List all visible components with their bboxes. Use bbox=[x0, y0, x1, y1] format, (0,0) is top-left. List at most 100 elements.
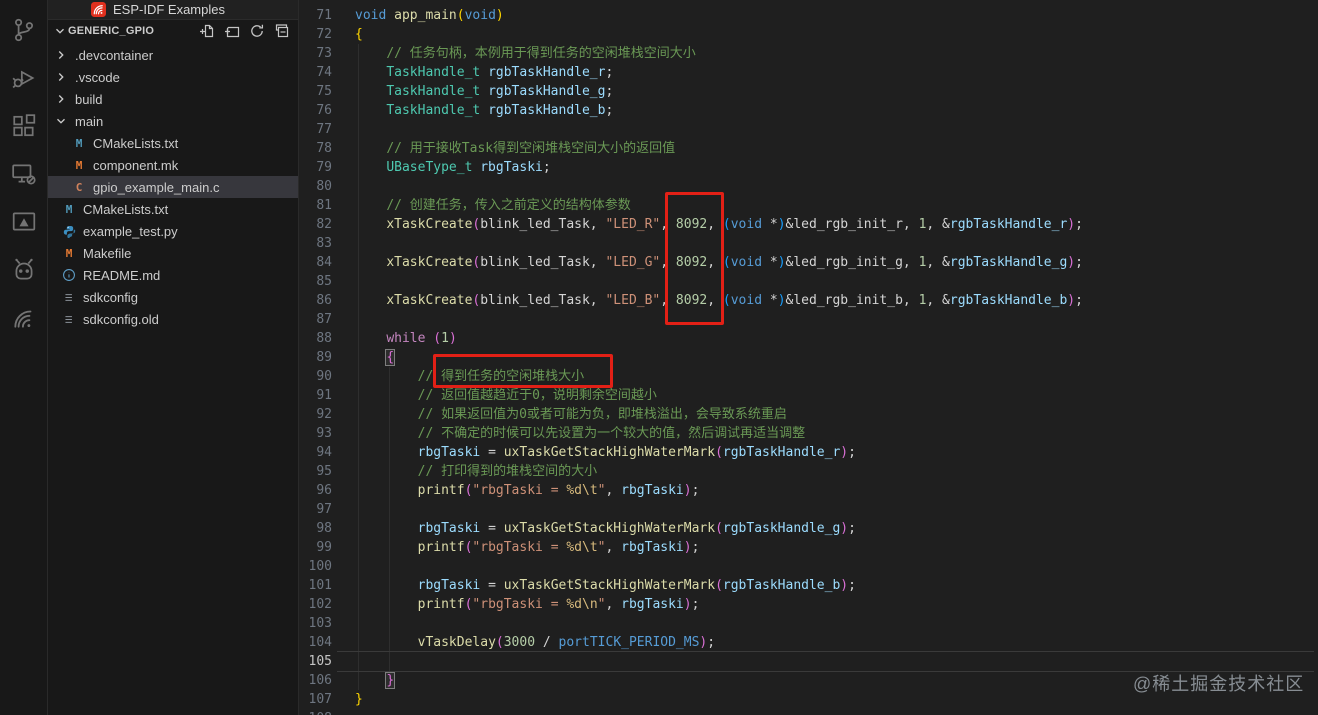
line-number[interactable]: 100 bbox=[299, 557, 332, 576]
tree-item-.devcontainer[interactable]: .devcontainer bbox=[48, 44, 298, 66]
line-number[interactable]: 84 bbox=[299, 253, 332, 272]
code-line[interactable]: rbgTaski = uxTaskGetStackHighWaterMark(r… bbox=[355, 576, 1083, 595]
line-number[interactable]: 79 bbox=[299, 158, 332, 177]
collapse-all-button[interactable] bbox=[274, 23, 290, 39]
line-number[interactable]: 82 bbox=[299, 215, 332, 234]
line-number[interactable]: 108 bbox=[299, 709, 332, 715]
line-number[interactable]: 74 bbox=[299, 63, 332, 82]
line-number[interactable]: 89 bbox=[299, 348, 332, 367]
code-line[interactable]: // 不确定的时候可以先设置为一个较大的值，然后调试再适当调整 bbox=[355, 424, 1083, 443]
code-line[interactable] bbox=[355, 120, 1083, 139]
line-number[interactable]: 107 bbox=[299, 690, 332, 709]
line-number[interactable]: 92 bbox=[299, 405, 332, 424]
code-line[interactable]: xTaskCreate(blink_led_Task, "LED_R", 809… bbox=[355, 215, 1083, 234]
line-number[interactable]: 91 bbox=[299, 386, 332, 405]
code-line[interactable]: printf("rbgTaski = %d\t", rbgTaski); bbox=[355, 481, 1083, 500]
line-number[interactable]: 77 bbox=[299, 120, 332, 139]
tree-item-gpio_example_main.c[interactable]: Cgpio_example_main.c bbox=[48, 176, 298, 198]
code-line[interactable] bbox=[355, 272, 1083, 291]
line-number[interactable]: 83 bbox=[299, 234, 332, 253]
code-line[interactable]: UBaseType_t rbgTaski; bbox=[355, 158, 1083, 177]
code-line[interactable]: { bbox=[355, 348, 1083, 367]
code-line[interactable]: // 创建任务，传入之前定义的结构体参数 bbox=[355, 196, 1083, 215]
code-line[interactable]: printf("rbgTaski = %d\n", rbgTaski); bbox=[355, 595, 1083, 614]
tree-item-.vscode[interactable]: .vscode bbox=[48, 66, 298, 88]
code-line[interactable]: // 得到任务的空闲堆栈大小 bbox=[355, 367, 1083, 386]
code-line[interactable] bbox=[355, 177, 1083, 196]
tree-item-sdkconfig[interactable]: sdkconfig bbox=[48, 286, 298, 308]
line-number[interactable]: 86 bbox=[299, 291, 332, 310]
espressif-icon[interactable] bbox=[10, 304, 38, 332]
line-number[interactable]: 87 bbox=[299, 310, 332, 329]
tree-item-sdkconfig.old[interactable]: sdkconfig.old bbox=[48, 308, 298, 330]
section-header-generic-gpio[interactable]: GENERIC_GPIO bbox=[48, 20, 298, 41]
code-line[interactable] bbox=[355, 614, 1083, 633]
code-line[interactable] bbox=[355, 234, 1083, 253]
code-line[interactable]: TaskHandle_t rgbTaskHandle_g; bbox=[355, 82, 1083, 101]
code-line[interactable]: { bbox=[355, 25, 1083, 44]
code-line[interactable]: rbgTaski = uxTaskGetStackHighWaterMark(r… bbox=[355, 443, 1083, 462]
line-number[interactable]: 93 bbox=[299, 424, 332, 443]
line-number[interactable]: 97 bbox=[299, 500, 332, 519]
line-number[interactable]: 94 bbox=[299, 443, 332, 462]
tree-item-CMakeLists.txt[interactable]: M CMakeLists.txt bbox=[48, 132, 298, 154]
tree-item-main[interactable]: main bbox=[48, 110, 298, 132]
code-line[interactable]: void app_main(void) bbox=[355, 6, 1083, 25]
tree-item-build[interactable]: build bbox=[48, 88, 298, 110]
code-line[interactable]: printf("rbgTaski = %d\t", rbgTaski); bbox=[355, 538, 1083, 557]
line-number[interactable]: 101 bbox=[299, 576, 332, 595]
line-number[interactable]: 99 bbox=[299, 538, 332, 557]
new-file-button[interactable] bbox=[199, 23, 215, 39]
robot-icon[interactable] bbox=[10, 256, 38, 284]
line-number[interactable]: 106 bbox=[299, 671, 332, 690]
refresh-button[interactable] bbox=[249, 23, 265, 39]
new-folder-button[interactable] bbox=[224, 23, 240, 39]
remote-explorer-icon[interactable] bbox=[10, 160, 38, 188]
line-number[interactable]: 71 bbox=[299, 6, 332, 25]
run-debug-icon[interactable] bbox=[10, 64, 38, 92]
line-number[interactable]: 80 bbox=[299, 177, 332, 196]
line-number[interactable]: 103 bbox=[299, 614, 332, 633]
line-number[interactable]: 102 bbox=[299, 595, 332, 614]
line-number[interactable]: 88 bbox=[299, 329, 332, 348]
code-line[interactable]: } bbox=[355, 671, 1083, 690]
line-number[interactable]: 85 bbox=[299, 272, 332, 291]
code-line[interactable] bbox=[355, 709, 1083, 715]
line-number[interactable]: 81 bbox=[299, 196, 332, 215]
code-line[interactable] bbox=[355, 310, 1083, 329]
code-line[interactable]: // 用于接收Task得到空闲堆栈空间大小的返回值 bbox=[355, 139, 1083, 158]
code-line[interactable] bbox=[355, 500, 1083, 519]
code-line[interactable]: TaskHandle_t rgbTaskHandle_r; bbox=[355, 63, 1083, 82]
line-number[interactable]: 90 bbox=[299, 367, 332, 386]
panel-warning-icon[interactable] bbox=[10, 208, 38, 236]
tree-item-CMakeLists.txt[interactable]: M CMakeLists.txt bbox=[48, 198, 298, 220]
code-line[interactable] bbox=[355, 557, 1083, 576]
tree-item-component.mk[interactable]: Mcomponent.mk bbox=[48, 154, 298, 176]
code-line[interactable]: // 如果返回值为0或者可能为负，即堆栈溢出，会导致系统重启 bbox=[355, 405, 1083, 424]
line-number[interactable]: 73 bbox=[299, 44, 332, 63]
line-number[interactable]: 98 bbox=[299, 519, 332, 538]
code-editor[interactable]: 71 72 73 74 75 76 77 78 79 80 81 82 83 84 85 86 87 88 89 90… bbox=[299, 0, 1318, 715]
tree-item-Makefile[interactable]: M Makefile bbox=[48, 242, 298, 264]
line-number[interactable]: 104 bbox=[299, 633, 332, 652]
code-line[interactable]: TaskHandle_t rgbTaskHandle_b; bbox=[355, 101, 1083, 120]
source-control-icon[interactable] bbox=[10, 16, 38, 44]
code-line[interactable]: // 返回值越趋近于0，说明剩余空间越小 bbox=[355, 386, 1083, 405]
line-number[interactable]: 76 bbox=[299, 101, 332, 120]
workspace-row[interactable]: ESP-IDF Examples bbox=[48, 0, 298, 20]
code-line[interactable]: // 任务句柄，本例用于得到任务的空闲堆栈空间大小 bbox=[355, 44, 1083, 63]
line-number[interactable]: 95 bbox=[299, 462, 332, 481]
code-line[interactable]: } bbox=[355, 690, 1083, 709]
code-line[interactable]: // 打印得到的堆栈空间的大小 bbox=[355, 462, 1083, 481]
line-number[interactable]: 105 bbox=[299, 652, 332, 671]
tree-item-README.md[interactable]: README.md bbox=[48, 264, 298, 286]
line-number[interactable]: 72 bbox=[299, 25, 332, 44]
code-line[interactable] bbox=[355, 652, 1083, 671]
code-line[interactable]: xTaskCreate(blink_led_Task, "LED_B", 809… bbox=[355, 291, 1083, 310]
code-line[interactable]: rbgTaski = uxTaskGetStackHighWaterMark(r… bbox=[355, 519, 1083, 538]
code-line[interactable]: vTaskDelay(3000 / portTICK_PERIOD_MS); bbox=[355, 633, 1083, 652]
extensions-icon[interactable] bbox=[10, 112, 38, 140]
line-number[interactable]: 75 bbox=[299, 82, 332, 101]
code-line[interactable]: while (1) bbox=[355, 329, 1083, 348]
tree-item-example_test.py[interactable]: example_test.py bbox=[48, 220, 298, 242]
